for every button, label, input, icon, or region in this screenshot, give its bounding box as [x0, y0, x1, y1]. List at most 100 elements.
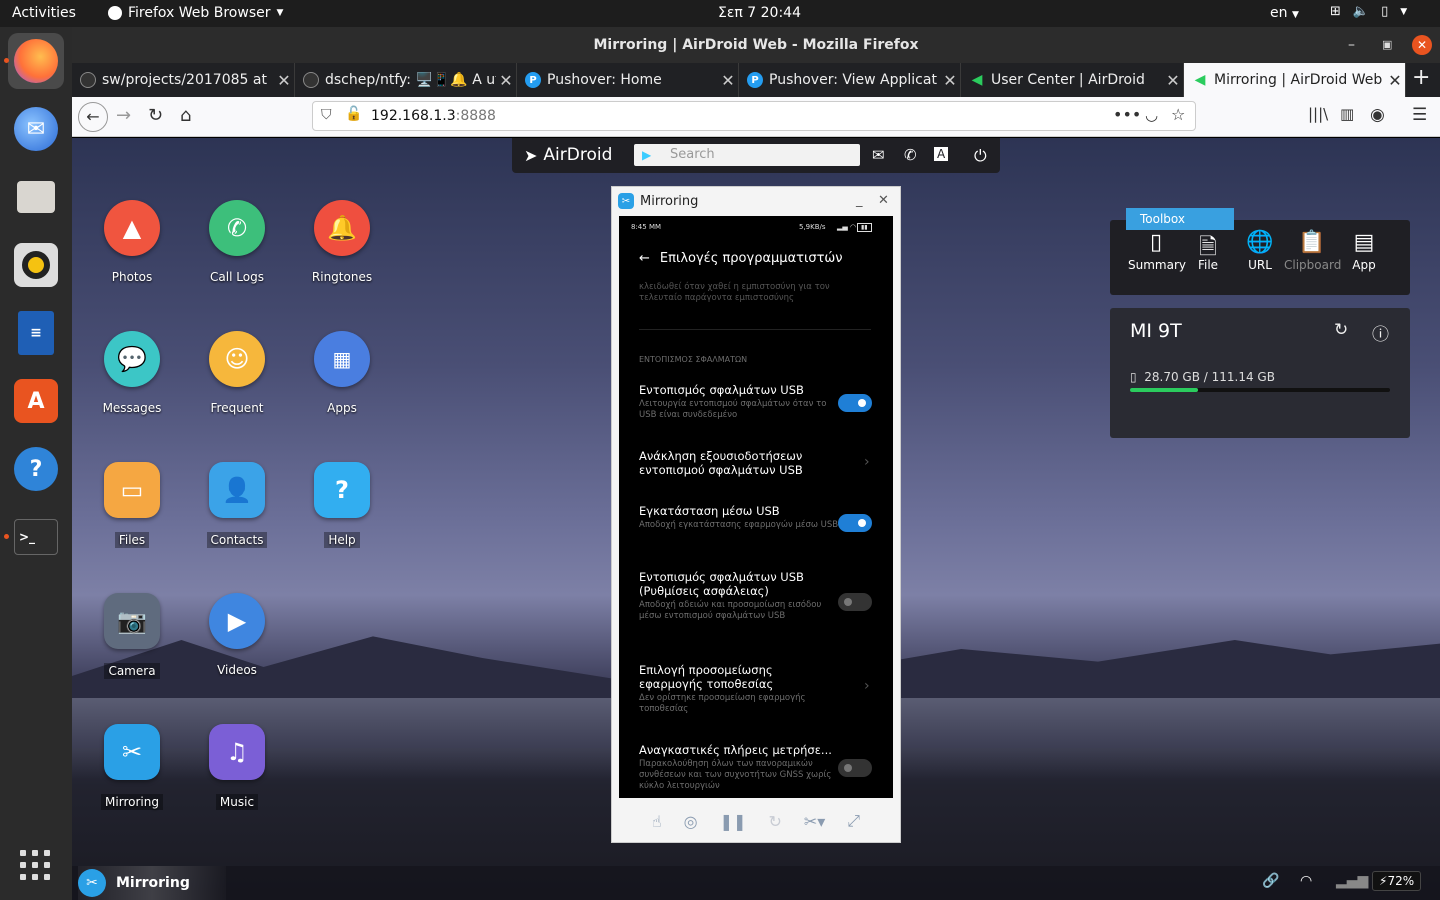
- pause-icon[interactable]: ❚❚: [720, 812, 747, 831]
- dock-thunderbird[interactable]: ✉: [8, 101, 64, 157]
- toolbox-file[interactable]: 🗎 File: [1180, 230, 1236, 272]
- setting-item[interactable]: Επιλογή προσομείωσης εφαρμογής τοποθεσία…: [639, 663, 839, 715]
- page-actions-icon[interactable]: •••: [1113, 105, 1141, 124]
- usb-security-toggle[interactable]: [838, 593, 872, 611]
- sidebar-icon[interactable]: ▥: [1340, 105, 1354, 123]
- app-mirroring[interactable]: ✂ Mirroring: [87, 724, 177, 810]
- dock-firefox[interactable]: [4, 33, 64, 89]
- bookmark-star-icon[interactable]: ☆: [1171, 105, 1185, 124]
- app-photos[interactable]: ▲ Photos: [87, 200, 177, 284]
- back-button[interactable]: ←: [78, 102, 108, 132]
- dock-help[interactable]: ?: [8, 441, 64, 497]
- close-window-button[interactable]: ✕: [1412, 35, 1432, 55]
- dock-libreoffice-writer[interactable]: ≡: [8, 305, 64, 361]
- system-tray[interactable]: ⊞ 🔈 ▯ ▼: [1330, 4, 1407, 19]
- view-icon[interactable]: ◎: [684, 812, 698, 831]
- setting-title: Εντοπισμός σφαλμάτων USB: [639, 383, 804, 397]
- tab[interactable]: sw/projects/2017085 at ✕: [72, 63, 295, 97]
- dock-software[interactable]: A: [8, 373, 64, 429]
- taskbar-mirroring[interactable]: ✂ Mirroring: [78, 866, 226, 900]
- fullscreen-icon[interactable]: ⤢: [847, 811, 860, 831]
- close-tab-icon[interactable]: ✕: [1385, 71, 1405, 90]
- account-icon[interactable]: ◉: [1370, 105, 1385, 125]
- font-icon[interactable]: A: [934, 147, 949, 161]
- app-contacts[interactable]: 👤 Contacts: [192, 462, 282, 548]
- info-icon[interactable]: ⓘ: [1372, 320, 1389, 345]
- close-tab-icon[interactable]: ✕: [1163, 71, 1183, 90]
- app-label: Ringtones: [311, 270, 373, 284]
- new-tab-button[interactable]: +: [1412, 65, 1430, 90]
- tab[interactable]: P Pushover: View Applicat ✕: [739, 63, 961, 97]
- setting-item[interactable]: Ανάκληση εξουσιοδοτήσεων εντοπισμού σφαλ…: [639, 449, 839, 477]
- minimize-button[interactable]: –: [1348, 27, 1355, 63]
- phone-screen[interactable]: 8:45 ΜΜ 5,9KB/s ▂▄ ◠ ▮▮ ← Επιλογές προγρα…: [619, 216, 893, 798]
- app-apps[interactable]: ▦ Apps: [297, 331, 387, 415]
- show-applications-icon[interactable]: [20, 850, 50, 880]
- language-indicator[interactable]: en ▼: [1270, 5, 1299, 21]
- chevron-right-icon: ›: [864, 454, 870, 470]
- menu-icon[interactable]: ☰: [1412, 105, 1427, 125]
- close-tab-icon[interactable]: ✕: [496, 71, 516, 90]
- app-call-logs[interactable]: ✆ Call Logs: [192, 200, 282, 284]
- toolbox-label: URL: [1248, 258, 1272, 272]
- touch-icon[interactable]: ☝: [652, 812, 662, 831]
- power-icon[interactable]: ⏻: [974, 146, 987, 166]
- app-videos[interactable]: ▶ Videos: [192, 593, 282, 677]
- screenshot-icon[interactable]: ✂▾: [804, 812, 825, 831]
- phone-icon[interactable]: ✆: [904, 146, 917, 164]
- tab[interactable]: ◀ User Center | AirDroid ✕: [961, 63, 1184, 97]
- install-via-usb-toggle[interactable]: [838, 514, 872, 532]
- toolbox-app[interactable]: ▤ App: [1336, 230, 1392, 272]
- app-music[interactable]: ♫ Music: [192, 724, 282, 810]
- tab-active[interactable]: ◀ Mirroring | AirDroid Web ✕: [1184, 63, 1406, 97]
- dock-terminal[interactable]: >_: [4, 509, 64, 565]
- reload-button[interactable]: ↻: [148, 105, 163, 126]
- toolbox-url[interactable]: 🌐 URL: [1232, 230, 1288, 272]
- software-store-icon: A: [14, 379, 58, 423]
- app-ringtones[interactable]: 🔔 Ringtones: [297, 200, 387, 284]
- app-menu-label: Firefox Web Browser: [128, 5, 271, 21]
- refresh-icon[interactable]: ↻: [1334, 320, 1348, 340]
- phone-back-icon[interactable]: ←: [639, 251, 650, 266]
- close-tab-icon[interactable]: ✕: [274, 71, 294, 90]
- maximize-button[interactable]: ▣: [1382, 27, 1392, 63]
- messages-icon[interactable]: ✉: [872, 146, 885, 164]
- close-icon[interactable]: ✕: [878, 193, 889, 208]
- setting-item[interactable]: Εντοπισμός σφαλμάτων USB Λειτουργία εντο…: [639, 383, 839, 421]
- tab[interactable]: dschep/ntfy: 🖥️📱🔔 A ut ✕: [295, 63, 517, 97]
- phone-signal-icon: ▂▄ ◠: [837, 223, 857, 231]
- usb-debugging-toggle[interactable]: [838, 394, 872, 412]
- setting-item[interactable]: Αναγκαστικές πλήρεις μετρήσε... Παρακολο…: [639, 743, 839, 792]
- minimize-icon[interactable]: _: [856, 193, 863, 208]
- activities-button[interactable]: Activities: [12, 5, 76, 21]
- setting-item[interactable]: Εγκατάσταση μέσω USB Αποδοχή εγκατάσταση…: [639, 504, 839, 531]
- home-button[interactable]: ⌂: [180, 105, 191, 126]
- pocket-icon[interactable]: ◡: [1145, 106, 1158, 124]
- close-tab-icon[interactable]: ✕: [940, 71, 960, 90]
- library-icon[interactable]: |||\: [1308, 105, 1328, 123]
- app-messages[interactable]: 💬 Messages: [87, 331, 177, 415]
- setting-item[interactable]: Εντοπισμός σφαλμάτων USB (Ρυθμίσεις ασφά…: [639, 570, 839, 622]
- app-menu[interactable]: Firefox Web Browser ▼: [108, 5, 283, 21]
- play-store-icon: ▶: [642, 148, 652, 162]
- toolbox-summary[interactable]: ▯ Summary: [1128, 230, 1186, 272]
- forward-button[interactable]: →: [116, 105, 131, 126]
- app-frequent[interactable]: ☺ Frequent: [192, 331, 282, 415]
- tab[interactable]: P Pushover: Home ✕: [517, 63, 739, 97]
- link-icon[interactable]: 🔗: [1262, 873, 1279, 889]
- clock[interactable]: Σεπ 7 20:44: [718, 5, 801, 21]
- thunderbird-icon: ✉: [14, 107, 58, 151]
- app-camera[interactable]: 📷 Camera: [87, 593, 177, 679]
- dock-files[interactable]: [8, 169, 64, 225]
- app-label: Videos: [217, 663, 257, 677]
- search-input[interactable]: ▶ Search: [634, 144, 860, 166]
- dock-rhythmbox[interactable]: [8, 237, 64, 293]
- app-files[interactable]: ▭ Files: [87, 462, 177, 548]
- rotate-icon[interactable]: ↻: [768, 812, 781, 831]
- app-help[interactable]: ? Help: [297, 462, 387, 548]
- gnss-toggle[interactable]: [838, 759, 872, 777]
- toolbox-clipboard[interactable]: 📋 Clipboard: [1284, 230, 1341, 272]
- close-tab-icon[interactable]: ✕: [718, 71, 738, 90]
- url-bar[interactable]: ⛉ 🔓 192.168.1.3:8888 ••• ◡ ☆: [312, 101, 1196, 131]
- mirroring-titlebar[interactable]: ✂ Mirroring _ ✕: [612, 187, 900, 215]
